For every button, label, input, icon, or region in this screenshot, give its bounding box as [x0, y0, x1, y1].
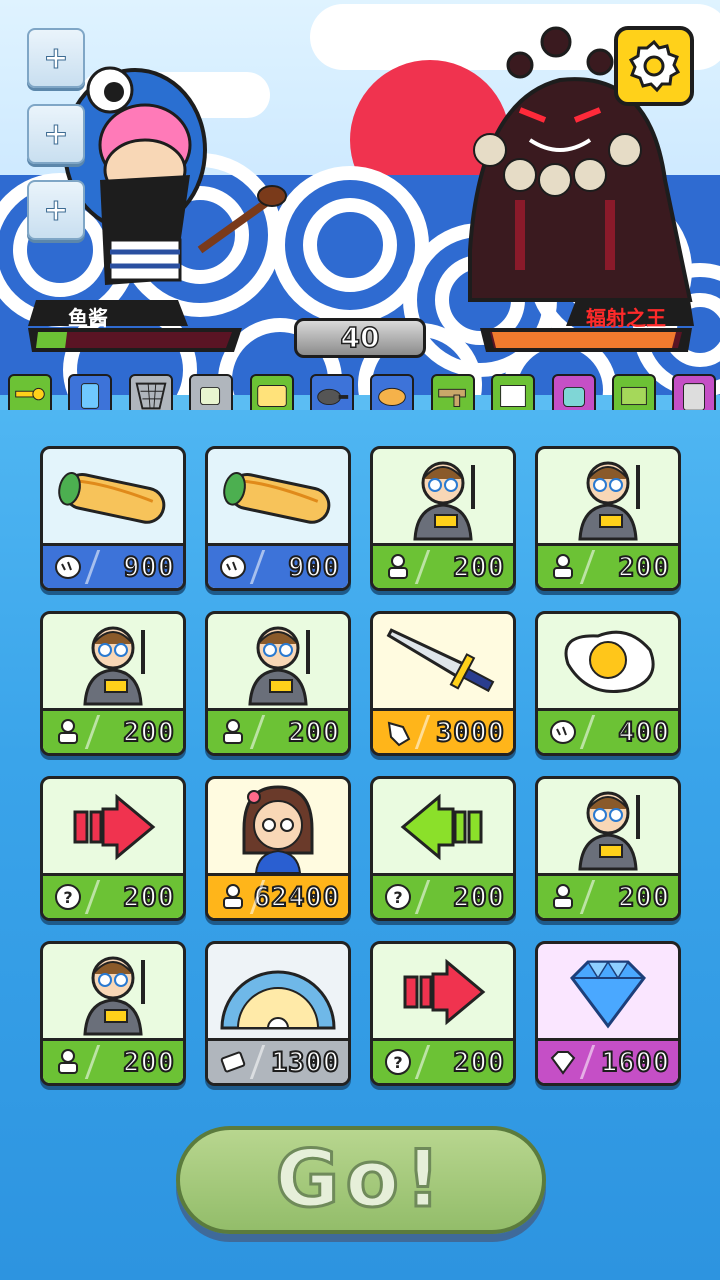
teacher-icon [208, 614, 348, 708]
svg-text:?: ? [393, 1053, 402, 1072]
person-currency-icon [548, 552, 578, 582]
shop-card-protractor[interactable]: 1300 [205, 941, 351, 1086]
shop-card-girl[interactable]: 62400 [205, 776, 351, 921]
burrito-icon [208, 449, 348, 543]
arrow-right-icon [43, 779, 183, 873]
price-bar: 1600 [538, 1038, 678, 1083]
price-bar: 200 [208, 708, 348, 753]
price-bar: ? 200 [373, 873, 513, 918]
protractor-icon [208, 944, 348, 1038]
shop-grid: 900 900 200 200 200 200 3000 400? 200 62400? 200 20… [40, 446, 681, 1086]
price-bar: 900 [43, 543, 183, 588]
shop-card-arrow-left[interactable]: ? 200 [370, 776, 516, 921]
sword-icon [373, 614, 513, 708]
teacher-icon [373, 449, 513, 543]
shop-card-teacher[interactable]: 200 [40, 611, 186, 756]
shop-card-teacher[interactable]: 200 [535, 776, 681, 921]
player-name: 鱼酱 [68, 306, 108, 330]
diamond-currency-icon [548, 1047, 578, 1077]
price-bar: 200 [373, 543, 513, 588]
settings-button[interactable] [614, 26, 694, 106]
gear-icon [628, 39, 681, 93]
price-bar: 400 [538, 708, 678, 753]
shop-card-teacher[interactable]: 200 [40, 941, 186, 1086]
teacher-icon [43, 944, 183, 1038]
shop-card-teacher[interactable]: 200 [370, 446, 516, 591]
price-bar: 200 [538, 543, 678, 588]
go-button[interactable]: Go! [176, 1126, 546, 1234]
eraser-currency-icon [218, 1047, 248, 1077]
glove-currency-icon [383, 717, 413, 747]
person-currency-icon [218, 717, 248, 747]
battle-scene: + + + 鱼酱 40 辐射之王 [0, 0, 720, 420]
person-currency-icon [218, 882, 248, 912]
price-bar: 900 [208, 543, 348, 588]
arrow-left-icon [373, 779, 513, 873]
girl-icon [208, 779, 348, 873]
question-currency-icon: ? [383, 882, 413, 912]
teacher-icon [538, 449, 678, 543]
question-currency-icon: ? [383, 1047, 413, 1077]
shop-card-arrow-right[interactable]: ? 200 [370, 941, 516, 1086]
price-bar: 1300 [208, 1038, 348, 1083]
shop-card-diamond[interactable]: 1600 [535, 941, 681, 1086]
arrow-right-icon [373, 944, 513, 1038]
price-bar: 200 [538, 873, 678, 918]
price-bar: 62400 [208, 873, 348, 918]
price-bar: 3000 [373, 708, 513, 753]
add-slot-button-2[interactable]: + [27, 104, 85, 164]
diamond-icon [538, 944, 678, 1038]
price-bar: 200 [43, 708, 183, 753]
add-slot-button-3[interactable]: + [27, 180, 85, 240]
teacher-icon [538, 779, 678, 873]
svg-text:?: ? [393, 888, 402, 907]
price-bar: ? 200 [373, 1038, 513, 1083]
person-currency-icon [548, 882, 578, 912]
burrito-icon [43, 449, 183, 543]
bread-currency-icon [548, 717, 578, 747]
person-currency-icon [383, 552, 413, 582]
add-slot-button-1[interactable]: + [27, 28, 85, 88]
egg-icon [538, 614, 678, 708]
question-currency-icon: ? [53, 882, 83, 912]
bread-currency-icon [53, 552, 83, 582]
go-label: Go! [274, 1134, 447, 1227]
shop-card-egg[interactable]: 400 [535, 611, 681, 756]
enemy-name: 辐射之王 [586, 306, 666, 330]
person-currency-icon [53, 717, 83, 747]
shop-card-burrito[interactable]: 900 [205, 446, 351, 591]
player-hp-bar [28, 300, 242, 352]
shop-card-teacher[interactable]: 200 [535, 446, 681, 591]
person-currency-icon [53, 1047, 83, 1077]
svg-text:?: ? [63, 888, 72, 907]
level-indicator: 40 [294, 318, 426, 358]
price-bar: 200 [43, 1038, 183, 1083]
bread-currency-icon [218, 552, 248, 582]
teacher-icon [43, 614, 183, 708]
shop-card-burrito[interactable]: 900 [40, 446, 186, 591]
price-bar: ? 200 [43, 873, 183, 918]
shop-card-sword[interactable]: 3000 [370, 611, 516, 756]
shop-card-teacher[interactable]: 200 [205, 611, 351, 756]
shop-card-arrow-right[interactable]: ? 200 [40, 776, 186, 921]
